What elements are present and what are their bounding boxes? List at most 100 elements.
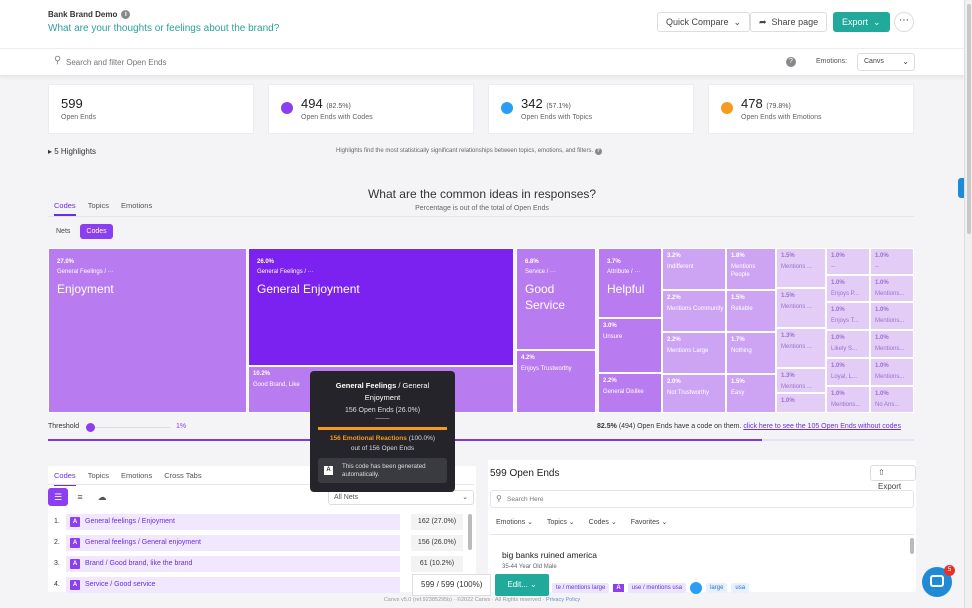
threshold-slider-track[interactable] [90, 427, 170, 428]
treemap-tile[interactable]: 1.3% Mentions ... [776, 328, 826, 368]
treemap-tile[interactable]: 1.0% Mentions... [870, 358, 914, 386]
treemap-tile[interactable]: 1.0% -- [870, 248, 914, 275]
open-ends-filters: Emotions ⌄ Topics ⌄ Codes ⌄ Favorites ⌄ [496, 518, 667, 526]
code-row[interactable]: 2. A General feelings / General enjoymen… [48, 535, 468, 551]
help-icon[interactable]: ? [786, 57, 796, 67]
question-title[interactable]: What are your thoughts or feelings about… [48, 23, 279, 34]
treemap-tile[interactable]: 1.0% Loyal, L... [826, 358, 870, 386]
top-tabs: Codes Topics Emotions [54, 201, 152, 216]
code-tag[interactable]: use / mentions usa [627, 583, 687, 593]
treemap-tile[interactable]: 1.0% -- [826, 248, 870, 275]
open-ends-scrollbar[interactable] [910, 538, 914, 554]
filter-topics[interactable]: Topics ⌄ [547, 518, 575, 526]
treemap-tile[interactable]: 1.3% Mentions ... [776, 368, 826, 393]
topics-icon [501, 102, 513, 114]
tile-percent: 1.0% [875, 307, 889, 313]
treemap-tile[interactable]: 3.7% Attribute / ··· Helpful [598, 248, 662, 318]
emotions-select[interactable]: Canvs ⌄ [857, 53, 915, 71]
treemap-tile[interactable]: 1.0% Mentions... [826, 386, 870, 413]
page-scrollbar-thumb[interactable] [967, 4, 971, 234]
highlights-toggle[interactable]: ▸ 5 Highlights [48, 147, 96, 156]
topic-tag[interactable]: usa [731, 583, 750, 593]
treemap-tile[interactable]: 2.0% Not Trustworthy [662, 374, 726, 413]
threshold-slider-handle[interactable] [86, 423, 95, 432]
code-name[interactable]: General feelings / General enjoyment [85, 539, 201, 546]
tile-label: Mentions... [831, 402, 861, 408]
tile-percent: 2.2% [667, 295, 681, 301]
code-row[interactable]: 1. A General feelings / Enjoyment 162 (2… [48, 514, 468, 530]
code-tag[interactable]: te / mentions large [552, 583, 610, 593]
without-codes-link[interactable]: click here to see the 105 Open Ends with… [743, 423, 901, 430]
open-ends-search-input[interactable]: ⚲ Search Here [490, 490, 914, 508]
treemap-tile[interactable]: 1.0% Likely S... [826, 330, 870, 358]
info-icon[interactable]: i [121, 10, 131, 19]
stat-label: Open Ends with Emotions [741, 114, 822, 121]
chevron-down-icon: ⌄ [873, 16, 881, 27]
tile-label: -- [875, 264, 879, 270]
code-name[interactable]: Service / Good service [85, 581, 155, 588]
tile-label: Nothing [731, 348, 752, 354]
stat-card-open-ends: 599 Open Ends [48, 84, 254, 134]
pill-nets[interactable]: Nets [50, 224, 76, 239]
tile-percent: 1.5% [781, 293, 795, 299]
tab-emotions[interactable]: Emotions [121, 201, 152, 216]
open-ends-search-input[interactable] [66, 54, 466, 70]
treemap-tile[interactable]: 27.0% General Feelings / ··· Enjoyment [48, 248, 247, 413]
privacy-policy-link[interactable]: Privacy Policy [546, 597, 580, 603]
filter-codes[interactable]: Codes ⌄ [589, 518, 617, 526]
topic-tag[interactable]: large [706, 583, 728, 593]
treemap-tile[interactable]: 2.2% Mentions Community [662, 290, 726, 332]
treemap-tile[interactable]: 1.0% Mentions... [870, 302, 914, 330]
treemap-tile[interactable]: 3.2% Indifferent [662, 248, 726, 290]
tile-percent: 27.0% [57, 259, 75, 265]
filter-favorites[interactable]: Favorites ⌄ [631, 518, 668, 526]
tile-label: -- [831, 264, 835, 270]
treemap-tile[interactable]: 1.0% Mentions... [870, 275, 914, 302]
treemap-tile[interactable]: 6.8% Service / ··· Good Service [516, 248, 596, 350]
info-icon[interactable]: ? [594, 148, 602, 155]
treemap-tile[interactable]: 1.5% Mentions ... [776, 248, 826, 288]
code-name[interactable]: Brand / Good brand, like the brand [85, 560, 192, 567]
treemap-tile[interactable]: 1.8% Mentions People [726, 248, 776, 290]
project-row: Bank Brand Demo i [48, 10, 131, 19]
code-row[interactable]: 3. A Brand / Good brand, like the brand … [48, 556, 468, 572]
share-page-button[interactable]: ➦ Share page [750, 12, 828, 32]
edit-button[interactable]: Edit... ⌄ [495, 574, 549, 596]
footer: Canvs v5.0 (ref.92385295b) · ©2022 Canvs… [0, 597, 964, 603]
treemap-tile[interactable]: 26.0% General Feelings / ··· General Enjoy… [248, 248, 514, 366]
share-page-label: Share page [771, 17, 819, 27]
tab-codes[interactable]: Codes [54, 201, 76, 216]
pill-codes[interactable]: Codes [80, 224, 113, 239]
treemap-tile[interactable]: 2.2% General Dislike [598, 373, 662, 413]
treemap-tile[interactable]: 3.0% Unsure [598, 318, 662, 373]
treemap-tile[interactable]: 1.7% Nothing [726, 332, 776, 374]
treemap-tile[interactable]: 1.0% Enjoys T... [826, 302, 870, 330]
nets-select[interactable]: All Nets ⌄ [328, 490, 474, 505]
export-dropdown-button[interactable]: Export ⌄ [833, 12, 890, 32]
page-scrollbar[interactable] [964, 0, 972, 608]
bar-view-icon[interactable]: ≡ [70, 488, 90, 506]
tile-percent: 1.0% [831, 391, 845, 397]
code-row[interactable]: 4. A Service / Good service [48, 577, 468, 593]
list-view-icon[interactable]: ☰ [48, 488, 68, 506]
treemap-tile[interactable]: 1.5% Reliable [726, 290, 776, 332]
treemap-tile[interactable]: 1.0% No Ans... [870, 386, 914, 413]
filter-emotions[interactable]: Emotions ⌄ [496, 518, 533, 526]
treemap-tile[interactable]: 1.0% Mentions... [870, 330, 914, 358]
tile-label: No Ans... [875, 402, 900, 408]
nets-codes-toggle: Nets Codes [50, 224, 113, 239]
treemap-tile[interactable]: 1.0% Enjoys P... [826, 275, 870, 302]
tile-label: Mentions ... [781, 264, 813, 270]
treemap-tile[interactable]: 4.2% Enjoys Trustworthy [516, 350, 596, 413]
more-options-button[interactable]: ⋯ [894, 12, 914, 32]
treemap-tile[interactable]: 1.0% [776, 393, 826, 413]
cloud-view-icon[interactable]: ☁ [92, 488, 112, 506]
treemap-tile[interactable]: 1.5% Mentions ... [776, 288, 826, 328]
treemap-tile[interactable]: 2.2% Mentions Large [662, 332, 726, 374]
code-name[interactable]: General feelings / Enjoyment [85, 518, 175, 525]
tab-topics[interactable]: Topics [88, 201, 109, 216]
quick-compare-button[interactable]: Quick Compare ⌄ [657, 12, 751, 32]
codes-list-scrollbar[interactable] [468, 514, 472, 550]
open-ends-export-button[interactable]: ⇧ Export [870, 465, 916, 491]
treemap-tile[interactable]: 1.5% Easy [726, 374, 776, 413]
